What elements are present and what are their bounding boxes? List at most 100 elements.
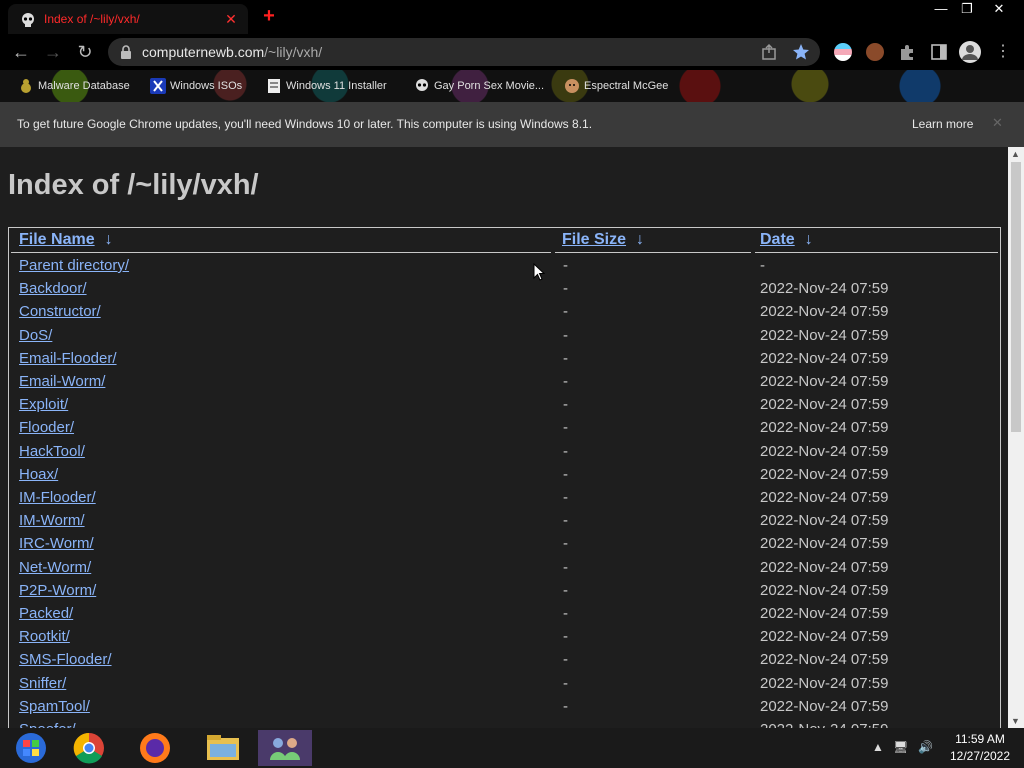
file-name-link[interactable]: Spoofer/ bbox=[19, 721, 76, 728]
table-row: IRC-Worm/ - 2022-Nov-24 07:59 bbox=[9, 533, 999, 556]
column-header-file-size[interactable]: File Size ↓ bbox=[562, 231, 644, 249]
header-divider bbox=[755, 252, 998, 253]
file-size-cell: - bbox=[563, 419, 568, 437]
column-header-date[interactable]: Date ↓ bbox=[760, 231, 813, 249]
date-cell: 2022-Nov-24 07:59 bbox=[760, 303, 889, 321]
clock-time[interactable]: 11:59 AM bbox=[948, 732, 1012, 746]
date-cell: 2022-Nov-24 07:59 bbox=[760, 558, 889, 576]
bookmarks-bar: Malware Database Windows ISOs Windows 11… bbox=[0, 70, 1024, 102]
bookmark-espectral-mcgee[interactable]: Espectral McGee bbox=[564, 76, 668, 96]
bookmark-movie[interactable]: Gay Porn Sex Movie... bbox=[414, 76, 544, 96]
learn-more-link[interactable]: Learn more bbox=[912, 117, 973, 131]
table-row: DoS/ - 2022-Nov-24 07:59 bbox=[9, 325, 999, 348]
header-divider bbox=[11, 252, 551, 253]
bookmark-malware-database[interactable]: Malware Database bbox=[18, 76, 130, 96]
table-row: Parent directory/ - - bbox=[9, 255, 999, 278]
side-panel-icon[interactable] bbox=[930, 43, 948, 61]
file-name-link[interactable]: Backdoor/ bbox=[19, 280, 87, 297]
date-cell: 2022-Nov-24 07:59 bbox=[760, 373, 889, 390]
window-close-button[interactable]: ✕ bbox=[984, 0, 1014, 20]
bookmark-star-icon[interactable] bbox=[792, 43, 810, 61]
file-name-link[interactable]: Exploit/ bbox=[19, 396, 68, 413]
file-size-cell: - bbox=[563, 489, 568, 506]
lock-icon[interactable] bbox=[120, 45, 132, 59]
file-name-link[interactable]: Email-Flooder/ bbox=[19, 350, 117, 367]
file-name-link[interactable]: Net-Worm/ bbox=[19, 559, 91, 576]
sort-arrow-icon: ↓ bbox=[636, 231, 645, 248]
restore-button[interactable]: ❐ bbox=[952, 0, 982, 20]
file-name-link[interactable]: P2P-Worm/ bbox=[19, 582, 96, 599]
date-cell: 2022-Nov-24 07:59 bbox=[760, 581, 889, 599]
file-name-link[interactable]: IM-Flooder/ bbox=[19, 489, 96, 506]
table-row: Sniffer/ - 2022-Nov-24 07:59 bbox=[9, 673, 999, 696]
column-header-file-name[interactable]: File Name ↓ bbox=[19, 231, 113, 249]
date-cell: - bbox=[760, 257, 765, 274]
volume-icon[interactable]: 🔊 bbox=[918, 740, 933, 754]
file-name-link[interactable]: Rootkit/ bbox=[19, 628, 70, 645]
network-icon[interactable]: 🖥 bbox=[893, 740, 908, 754]
new-tab-button[interactable]: + bbox=[258, 6, 280, 28]
forward-button[interactable]: → bbox=[40, 40, 66, 66]
extensions-puzzle-icon[interactable] bbox=[898, 43, 916, 61]
sort-arrow-icon: ↓ bbox=[104, 231, 113, 248]
tray-expand-icon[interactable]: ▲ bbox=[872, 740, 884, 754]
table-row: Packed/ - 2022-Nov-24 07:59 bbox=[9, 603, 999, 626]
back-button[interactable]: ← bbox=[8, 40, 34, 66]
file-name-link[interactable]: Constructor/ bbox=[19, 303, 101, 320]
file-explorer-icon[interactable] bbox=[196, 730, 250, 766]
file-name-link[interactable]: SMS-Flooder/ bbox=[19, 651, 112, 668]
file-name-link[interactable]: Email-Worm/ bbox=[19, 373, 105, 390]
file-name-link[interactable]: Hoax/ bbox=[19, 466, 58, 483]
date-cell: 2022-Nov-24 07:59 bbox=[760, 651, 889, 669]
address-bar[interactable]: computernewb.com/~lily/vxh/ bbox=[108, 38, 820, 66]
profile-avatar-icon[interactable] bbox=[958, 40, 982, 64]
date-cell: 2022-Nov-24 07:59 bbox=[760, 674, 889, 692]
file-name-link[interactable]: DoS/ bbox=[19, 327, 52, 344]
table-row: Net-Worm/ - 2022-Nov-24 07:59 bbox=[9, 557, 999, 580]
file-size-cell: - bbox=[563, 697, 568, 715]
close-tab-icon[interactable]: ✕ bbox=[222, 10, 240, 28]
date-cell: 2022-Nov-24 07:59 bbox=[760, 280, 889, 298]
scroll-up-arrow-icon[interactable]: ▲ bbox=[1011, 149, 1020, 159]
firefox-icon[interactable] bbox=[128, 730, 182, 766]
scrollbar-thumb[interactable] bbox=[1011, 162, 1021, 432]
browser-toolbar: ← → ↻ computernewb.com/~lily/vxh/ ⋮ bbox=[0, 34, 1024, 70]
vertical-scrollbar[interactable]: ▲ ▼ bbox=[1008, 147, 1024, 728]
share-icon[interactable] bbox=[760, 43, 778, 61]
sort-arrow-icon: ↓ bbox=[804, 231, 813, 248]
file-name-link[interactable]: Packed/ bbox=[19, 605, 73, 622]
date-cell: 2022-Nov-24 07:59 bbox=[760, 442, 889, 460]
clock-date[interactable]: 12/27/2022 bbox=[942, 749, 1018, 763]
bookmark-windows-11-installer[interactable]: Windows 11 Installer bbox=[266, 76, 387, 96]
file-size-cell: - bbox=[563, 674, 568, 692]
file-name-link[interactable]: SpamTool/ bbox=[19, 698, 90, 715]
file-name-link[interactable]: Sniffer/ bbox=[19, 675, 66, 692]
extension-flag-icon[interactable] bbox=[834, 43, 852, 61]
date-cell: 2022-Nov-24 07:59 bbox=[760, 419, 889, 437]
chrome-icon[interactable] bbox=[62, 730, 116, 766]
file-name-link[interactable]: IRC-Worm/ bbox=[19, 535, 94, 552]
x-icon bbox=[150, 78, 166, 94]
file-name-link[interactable]: IM-Worm/ bbox=[19, 512, 85, 529]
file-name-link[interactable]: Flooder/ bbox=[19, 419, 74, 436]
url-text[interactable]: computernewb.com/~lily/vxh/ bbox=[142, 44, 322, 60]
skull-favicon-icon bbox=[22, 13, 34, 27]
start-orb-icon[interactable] bbox=[4, 730, 58, 766]
file-name-link[interactable]: Parent directory/ bbox=[19, 257, 129, 274]
date-cell: 2022-Nov-24 07:59 bbox=[760, 535, 889, 553]
file-name-link[interactable]: HackTool/ bbox=[19, 443, 85, 460]
active-tab[interactable]: Index of /~lily/vxh/ ✕ bbox=[8, 4, 248, 34]
page-icon bbox=[268, 79, 280, 93]
date-cell: 2022-Nov-24 07:59 bbox=[760, 628, 889, 646]
extension-avatar-icon[interactable] bbox=[866, 43, 884, 61]
infobar-close-icon[interactable]: ✕ bbox=[992, 115, 1003, 131]
network-people-icon[interactable] bbox=[258, 730, 312, 766]
file-size-cell: - bbox=[563, 512, 568, 530]
chrome-menu-icon[interactable]: ⋮ bbox=[990, 40, 1016, 66]
date-cell: 2022-Nov-24 07:59 bbox=[760, 512, 889, 530]
scroll-down-arrow-icon[interactable]: ▼ bbox=[1011, 716, 1020, 726]
bookmark-windows-isos[interactable]: Windows ISOs bbox=[150, 76, 242, 96]
table-row: SMS-Flooder/ - 2022-Nov-24 07:59 bbox=[9, 649, 999, 672]
reload-button[interactable]: ↻ bbox=[72, 40, 98, 66]
file-size-cell: - bbox=[563, 465, 568, 483]
